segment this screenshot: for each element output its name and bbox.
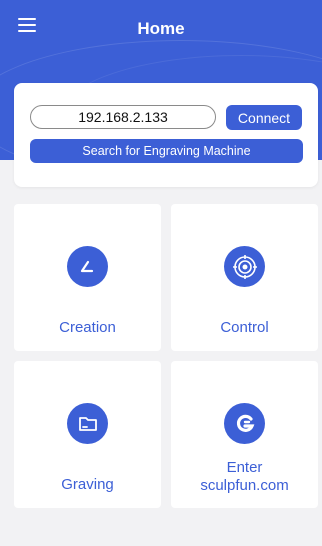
search-engraving-machine-button[interactable]: Search for Engraving Machine (30, 139, 303, 163)
connect-button[interactable]: Connect (226, 105, 302, 130)
creation-label: Creation (59, 319, 116, 336)
enter-label: Enter (226, 459, 263, 476)
graving-tile[interactable]: Graving (14, 361, 161, 508)
control-tile[interactable]: Control (171, 204, 318, 351)
pen-icon (67, 246, 108, 287)
sculpfun-logo-icon (224, 403, 265, 444)
creation-tile[interactable]: Creation (14, 204, 161, 351)
ip-address-input[interactable] (30, 105, 216, 129)
website-label: sculpfun.com (200, 477, 289, 494)
connection-card: Connect Search for Engraving Machine (14, 83, 318, 187)
control-label: Control (220, 319, 269, 336)
graving-label: Graving (61, 476, 114, 493)
folder-icon (67, 403, 108, 444)
sculpfun-website-tile[interactable]: Enter sculpfun.com (171, 361, 318, 508)
page-title: Home (137, 19, 185, 38)
target-control-icon (224, 246, 265, 287)
